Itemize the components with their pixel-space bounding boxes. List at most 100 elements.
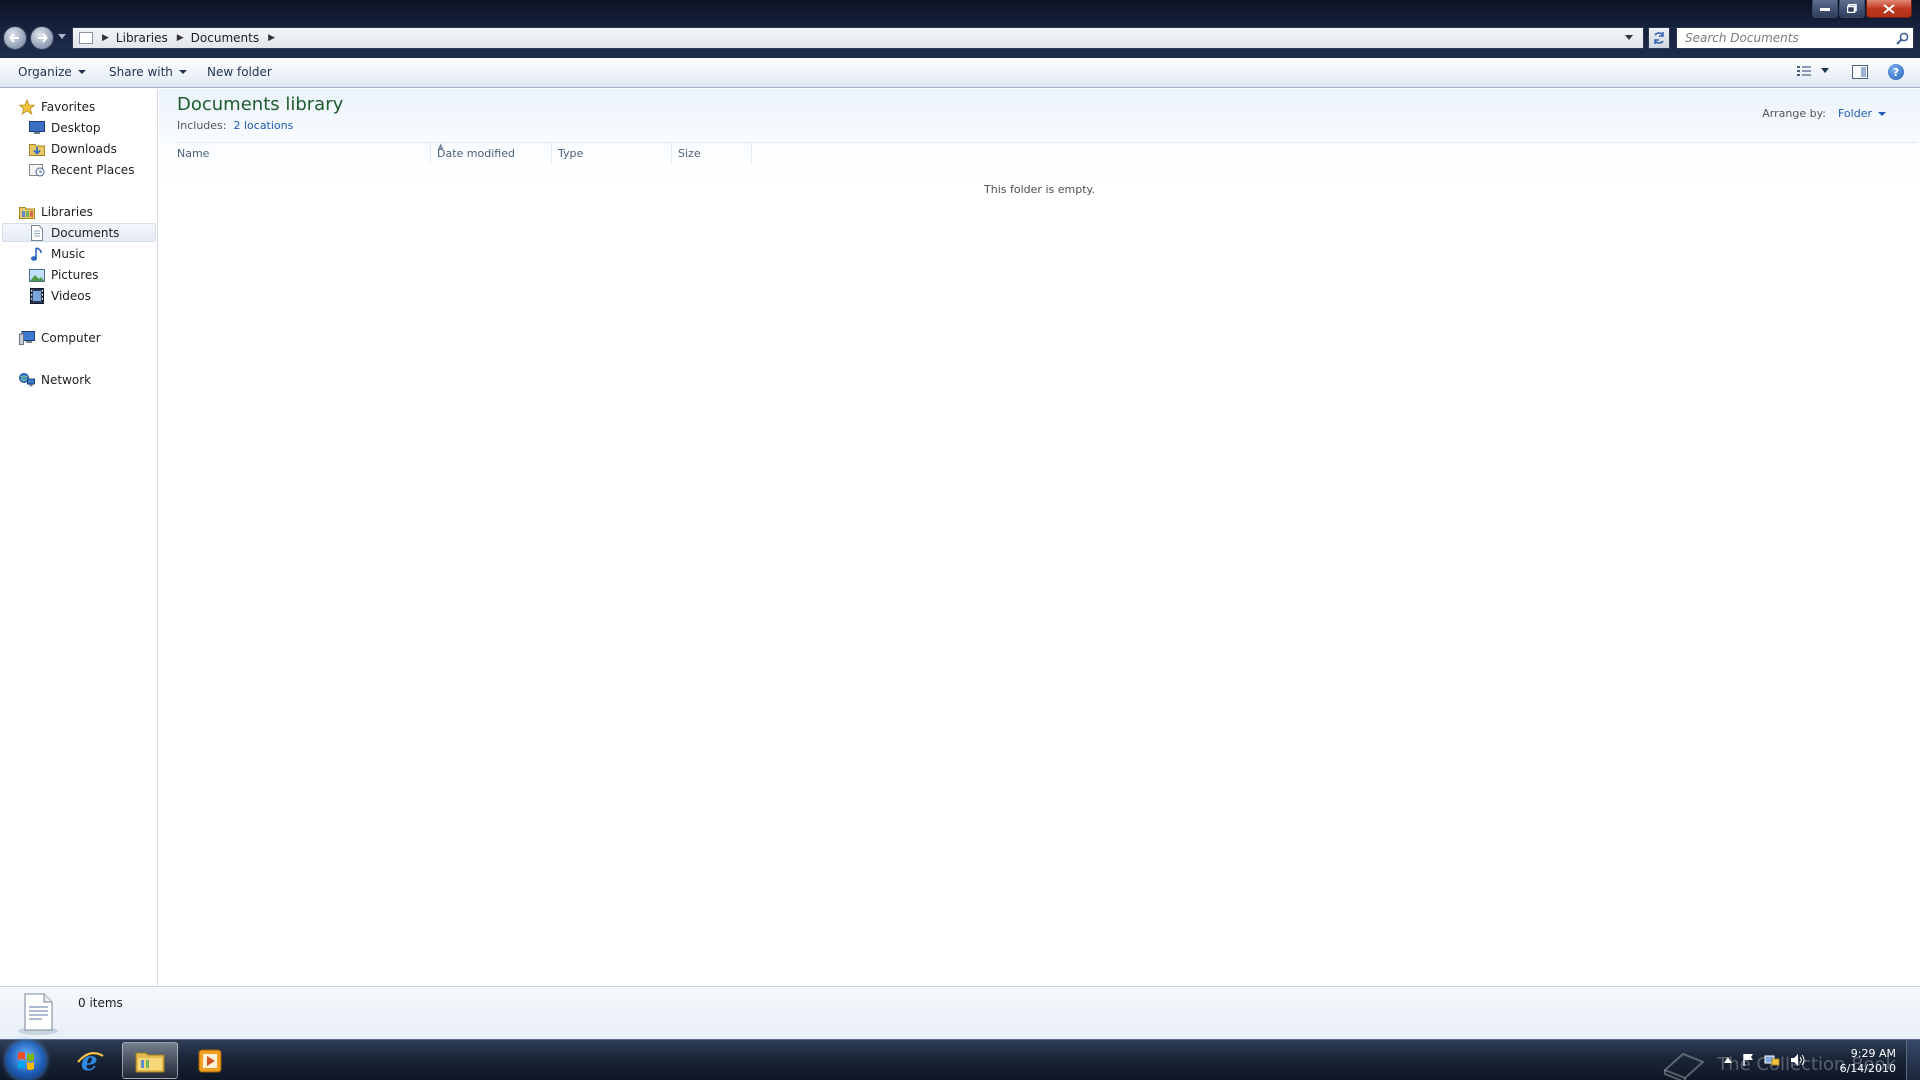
nav-item-network[interactable]: Network bbox=[19, 371, 91, 389]
folder-icon bbox=[135, 1052, 165, 1072]
column-divider[interactable] bbox=[751, 143, 752, 163]
volume-icon[interactable] bbox=[1790, 1053, 1806, 1067]
taskbar-windows-explorer[interactable] bbox=[122, 1042, 178, 1079]
column-header-date-modified[interactable]: Date modified bbox=[437, 147, 515, 160]
library-locations-link[interactable]: 2 locations bbox=[233, 119, 293, 132]
search-box[interactable] bbox=[1676, 27, 1914, 49]
nav-label-music: Music bbox=[51, 247, 86, 261]
breadcrumb-separator-icon[interactable]: ▶ bbox=[177, 33, 184, 43]
taskbar-internet-explorer[interactable]: e bbox=[62, 1042, 118, 1079]
action-center-flag-icon[interactable] bbox=[1742, 1053, 1754, 1067]
preview-pane-icon bbox=[1852, 65, 1868, 79]
forward-arrow-icon bbox=[38, 33, 48, 43]
nav-label-desktop: Desktop bbox=[51, 121, 101, 135]
search-icon[interactable] bbox=[1896, 32, 1909, 45]
nav-item-pictures[interactable]: Pictures bbox=[29, 266, 99, 284]
column-header-type[interactable]: Type bbox=[558, 147, 583, 160]
column-divider[interactable] bbox=[551, 143, 552, 163]
item-count: 0 items bbox=[78, 996, 123, 1010]
breadcrumb-separator-icon[interactable]: ▶ bbox=[268, 33, 275, 43]
pictures-icon bbox=[29, 267, 45, 283]
nav-label-network: Network bbox=[41, 373, 92, 387]
minimize-icon bbox=[1820, 7, 1830, 11]
maximize-button[interactable] bbox=[1839, 0, 1865, 18]
search-input[interactable] bbox=[1685, 28, 1885, 48]
videos-icon bbox=[29, 288, 45, 304]
refresh-button[interactable] bbox=[1648, 27, 1670, 49]
library-folder-icon bbox=[79, 32, 93, 44]
nav-item-computer[interactable]: Computer bbox=[19, 329, 101, 347]
network-status-icon[interactable] bbox=[1764, 1053, 1780, 1067]
close-icon bbox=[1883, 3, 1895, 14]
back-arrow-icon bbox=[9, 33, 19, 43]
new-folder-label: New folder bbox=[207, 65, 272, 79]
downloads-folder-icon bbox=[29, 141, 45, 157]
nav-item-desktop[interactable]: Desktop bbox=[29, 119, 101, 137]
taskbar-media-player[interactable] bbox=[182, 1042, 238, 1079]
breadcrumb-documents[interactable]: Documents bbox=[191, 31, 259, 45]
network-icon bbox=[19, 372, 35, 388]
library-includes: Includes: 2 locations bbox=[177, 119, 293, 132]
show-hidden-icons-icon[interactable] bbox=[1724, 1057, 1732, 1063]
nav-item-videos[interactable]: Videos bbox=[29, 287, 91, 305]
share-with-button[interactable]: Share with bbox=[109, 65, 187, 79]
arrange-by-dropdown[interactable]: Folder bbox=[1838, 107, 1886, 120]
recent-pages-dropdown-icon[interactable] bbox=[58, 34, 66, 40]
arrange-by-value: Folder bbox=[1838, 107, 1872, 120]
star-icon bbox=[19, 99, 35, 115]
new-folder-button[interactable]: New folder bbox=[207, 65, 272, 79]
nav-label-documents: Documents bbox=[51, 226, 120, 240]
breadcrumb-libraries[interactable]: Libraries bbox=[116, 31, 168, 45]
nav-item-music[interactable]: Music bbox=[29, 245, 85, 263]
nav-label-videos: Videos bbox=[51, 289, 91, 303]
address-history-dropdown-icon[interactable] bbox=[1625, 35, 1633, 41]
chevron-down-icon bbox=[1821, 68, 1829, 73]
show-desktop-button[interactable] bbox=[1906, 1040, 1920, 1080]
command-bar: Organize Share with New folder ? bbox=[0, 58, 1920, 88]
help-button[interactable]: ? bbox=[1888, 64, 1904, 80]
clock-time: 9:29 AM bbox=[1850, 1047, 1896, 1060]
arrange-by-label: Arrange by: bbox=[1762, 107, 1826, 120]
libraries-icon bbox=[19, 204, 35, 220]
nav-item-downloads[interactable]: Downloads bbox=[29, 140, 117, 158]
column-header-name[interactable]: Name bbox=[177, 147, 209, 160]
window-titlebar: ▶ Libraries ▶ Documents ▶ bbox=[0, 0, 1920, 58]
refresh-icon bbox=[1654, 32, 1664, 44]
nav-item-libraries[interactable]: Libraries bbox=[19, 203, 93, 221]
column-divider[interactable] bbox=[430, 143, 431, 163]
view-details-icon bbox=[1797, 66, 1811, 76]
organize-label: Organize bbox=[18, 65, 72, 79]
book-logo-icon bbox=[1663, 1052, 1706, 1080]
preview-pane-button[interactable] bbox=[1852, 65, 1868, 82]
nav-item-favorites[interactable]: Favorites bbox=[19, 98, 95, 116]
system-clock[interactable]: 9:29 AM 6/14/2010 bbox=[1840, 1046, 1896, 1076]
nav-label-favorites: Favorites bbox=[41, 100, 96, 114]
nav-item-recent-places[interactable]: Recent Places bbox=[29, 161, 134, 179]
column-headers: Name Date modified Type Size bbox=[177, 142, 1917, 163]
arrange-by-control: Arrange by: Folder bbox=[1762, 107, 1886, 120]
chevron-down-icon bbox=[77, 70, 86, 74]
details-pane: 0 items bbox=[0, 986, 1920, 1039]
svg-text:e: e bbox=[81, 1047, 98, 1076]
back-button[interactable] bbox=[3, 26, 27, 50]
recent-places-icon bbox=[29, 162, 45, 178]
minimize-button[interactable] bbox=[1812, 0, 1838, 18]
music-note-icon bbox=[29, 246, 45, 262]
close-button[interactable] bbox=[1866, 0, 1912, 18]
address-bar[interactable]: ▶ Libraries ▶ Documents ▶ bbox=[72, 27, 1644, 49]
column-header-size[interactable]: Size bbox=[678, 147, 701, 160]
organize-button[interactable]: Organize bbox=[18, 65, 86, 79]
nav-label-recent-places: Recent Places bbox=[51, 163, 135, 177]
caption-buttons bbox=[1812, 0, 1912, 18]
includes-label: Includes: bbox=[177, 119, 227, 132]
change-view-button[interactable] bbox=[1797, 65, 1829, 77]
library-title: Documents library bbox=[177, 94, 344, 115]
nav-label-pictures: Pictures bbox=[51, 268, 99, 282]
media-player-icon bbox=[198, 1049, 222, 1072]
forward-button[interactable] bbox=[30, 26, 54, 50]
column-divider[interactable] bbox=[671, 143, 672, 163]
start-button[interactable] bbox=[6, 1041, 46, 1080]
breadcrumb-separator-icon[interactable]: ▶ bbox=[102, 33, 109, 43]
nav-label-downloads: Downloads bbox=[51, 142, 117, 156]
nav-item-documents[interactable]: Documents bbox=[29, 224, 119, 242]
